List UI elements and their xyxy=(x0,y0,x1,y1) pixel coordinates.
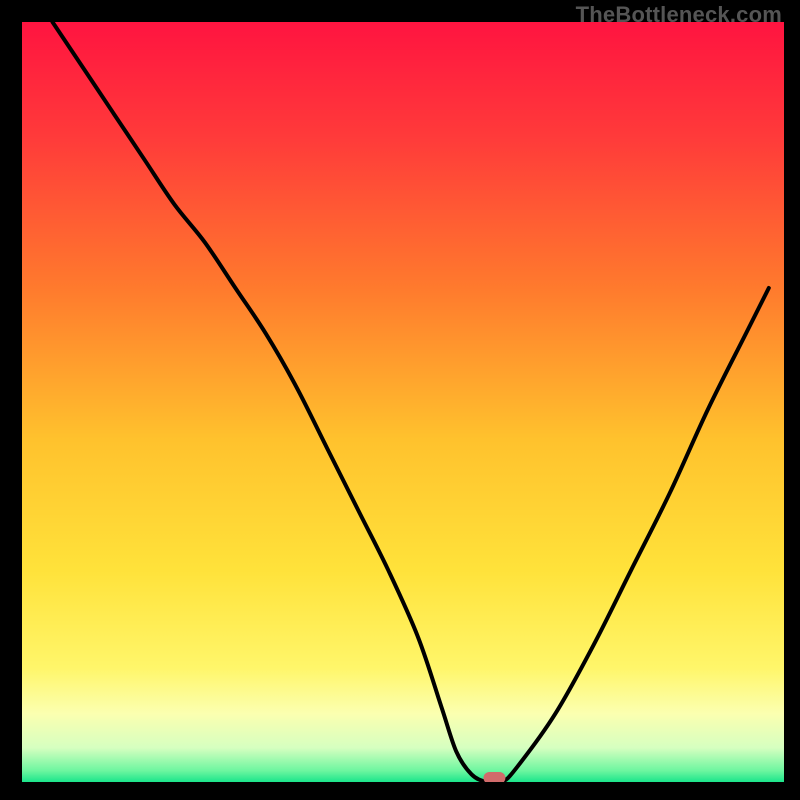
bottleneck-chart: TheBottleneck.com xyxy=(0,0,800,800)
watermark-text: TheBottleneck.com xyxy=(576,2,782,28)
gradient-background xyxy=(22,22,784,782)
chart-svg xyxy=(0,0,800,800)
